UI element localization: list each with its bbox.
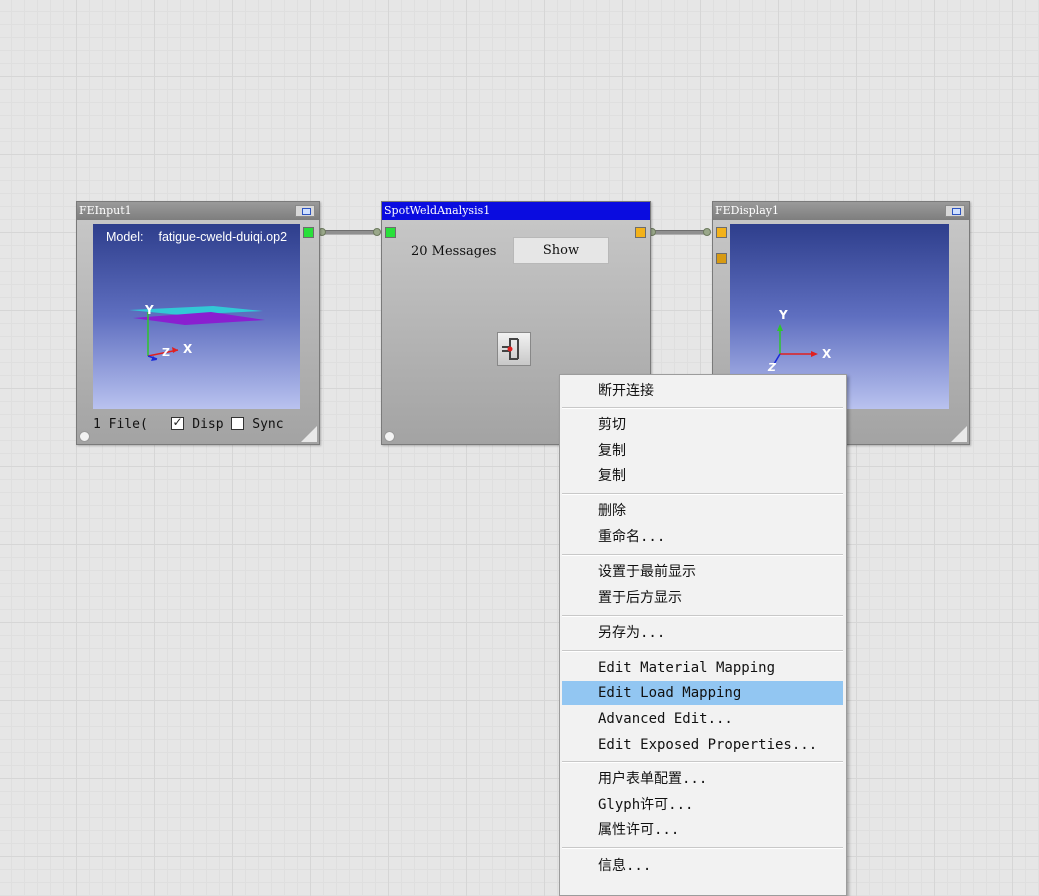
menu-item-edit-load-mapping[interactable]: Edit Load Mapping xyxy=(562,681,843,705)
output-port[interactable] xyxy=(635,227,646,238)
glyph-footer: 1 File( Disp Sync xyxy=(93,415,284,432)
menu-item-rename[interactable]: 重命名... xyxy=(562,525,843,549)
mesh-plates-icon xyxy=(129,306,265,361)
fe-input-glyph[interactable]: FEInput1 Model: fatigue-cweld-duiqi.op2 … xyxy=(76,201,320,445)
menu-item-disconnect[interactable]: 断开连接 xyxy=(562,379,843,403)
menu-item-save-as[interactable]: 另存为... xyxy=(562,621,843,645)
connection-line-analysis-to-display[interactable] xyxy=(652,230,710,235)
connection-line-input-to-analysis[interactable] xyxy=(322,230,380,235)
menu-item-send-to-back[interactable]: 置于后方显示 xyxy=(562,586,843,610)
menu-item-bring-to-front[interactable]: 设置于最前显示 xyxy=(562,560,843,584)
menu-item-delete[interactable]: 删除 xyxy=(562,499,843,523)
glyph-title[interactable]: FEInput1 xyxy=(77,202,319,220)
menu-item-info[interactable]: 信息... xyxy=(562,854,843,878)
axis-y-label: Y xyxy=(779,308,788,322)
menu-item-property-license[interactable]: 属性许可... xyxy=(562,818,843,842)
messages-count: 20 Messages xyxy=(411,244,497,259)
axis-x-label: X xyxy=(183,342,193,356)
sync-checkbox[interactable] xyxy=(231,417,245,430)
weld-icon xyxy=(502,338,519,360)
sync-label: Sync xyxy=(252,417,284,432)
model-3d-view[interactable]: Model: fatigue-cweld-duiqi.op2 Y X Z xyxy=(93,224,300,409)
disp-label: Disp xyxy=(192,417,224,432)
menu-separator xyxy=(562,650,843,652)
menu-separator xyxy=(562,761,843,763)
resize-handle[interactable] xyxy=(951,426,967,442)
axis-y-label: Y xyxy=(145,303,154,317)
axis-z-label: Z xyxy=(768,361,776,374)
glyph-title[interactable]: SpotWeldAnalysis1 xyxy=(382,202,650,220)
status-indicator xyxy=(384,431,395,442)
show-messages-button[interactable]: Show xyxy=(513,237,609,264)
menu-separator xyxy=(562,615,843,617)
resize-handle[interactable] xyxy=(301,426,317,442)
analysis-icon[interactable] xyxy=(497,332,531,366)
menu-item-duplicate[interactable]: 复制 xyxy=(562,464,843,488)
menu-separator xyxy=(562,493,843,495)
menu-item-user-form-config[interactable]: 用户表单配置... xyxy=(562,767,843,791)
context-menu[interactable]: 断开连接 剪切 复制 复制 删除 重命名... 设置于最前显示 置于后方显示 另… xyxy=(559,374,847,896)
status-indicator xyxy=(79,431,90,442)
axis-z-label: Z xyxy=(162,346,170,359)
menu-item-cut[interactable]: 剪切 xyxy=(562,413,843,437)
menu-item-copy[interactable]: 复制 xyxy=(562,439,843,463)
input-port[interactable] xyxy=(385,227,396,238)
input-port[interactable] xyxy=(716,227,727,238)
disp-checkbox[interactable] xyxy=(171,415,185,430)
window-restore-button[interactable] xyxy=(945,205,965,217)
window-restore-button[interactable] xyxy=(295,205,315,217)
axis-x-label: X xyxy=(822,347,832,361)
menu-separator xyxy=(562,847,843,849)
menu-separator xyxy=(562,554,843,556)
connection-end-dot xyxy=(703,228,711,236)
glyph-title[interactable]: FEDisplay1 xyxy=(713,202,969,220)
output-port[interactable] xyxy=(303,227,314,238)
input-port-secondary[interactable] xyxy=(716,253,727,264)
menu-item-glyph-license[interactable]: Glyph许可... xyxy=(562,793,843,817)
menu-item-advanced-edit[interactable]: Advanced Edit... xyxy=(562,707,843,731)
connection-end-dot xyxy=(373,228,381,236)
menu-item-edit-material-mapping[interactable]: Edit Material Mapping xyxy=(562,656,843,680)
file-count: 1 File( xyxy=(93,417,148,432)
menu-separator xyxy=(562,407,843,409)
menu-item-edit-exposed-properties[interactable]: Edit Exposed Properties... xyxy=(562,733,843,757)
